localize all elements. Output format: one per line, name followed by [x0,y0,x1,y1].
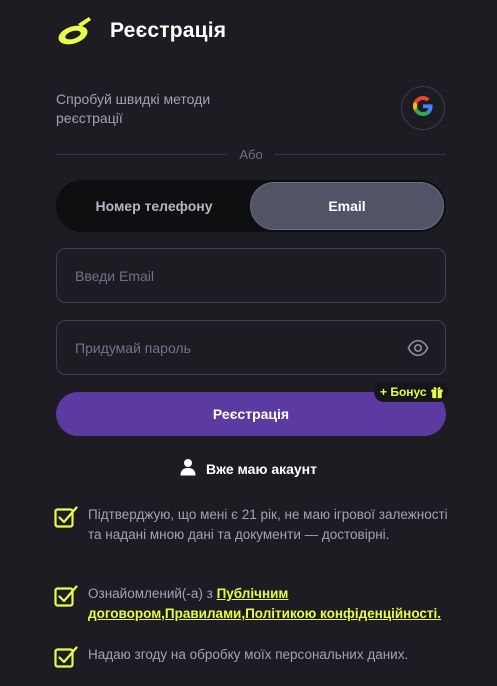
google-signup-button[interactable] [401,86,445,130]
tab-phone[interactable]: Номер телефону [58,182,250,230]
bonus-badge: + Бонус [374,382,448,402]
header: Реєстрація [56,14,226,48]
have-account-label: Вже маю акаунт [205,460,317,477]
consent-personal-data: Надаю згоду на обробку моїх персональних… [54,645,449,669]
consent-terms: Ознайомлений(-а) з Публічним договором,П… [54,584,449,624]
password-input[interactable] [73,320,407,375]
eye-icon[interactable] [407,337,429,359]
checkmark-icon[interactable] [54,645,78,669]
divider-line-left [56,154,228,155]
bonus-label: + Бонус [380,385,427,399]
checkmark-icon[interactable] [54,584,78,608]
signup-method-tabs: Номер телефону Email [56,180,446,232]
page-title: Реєстрація [110,19,227,42]
email-input[interactable] [73,248,429,303]
google-icon [413,95,433,121]
consent-terms-prefix: Ознайомлений(-а) з [88,586,217,601]
consent-age: Підтверджую, що мені є 21 рік, не маю іг… [54,505,449,545]
quick-methods-text: Спробуй швидкі методи реєстрації [56,91,211,126]
or-divider: Або [56,147,447,162]
have-account-link[interactable]: Вже маю акаунт [0,458,497,479]
consent-terms-text: Ознайомлений(-а) з Публічним договором,П… [88,584,449,624]
consent-age-text: Підтверджую, що мені є 21 рік, не маю іг… [88,507,448,542]
divider-line-right [274,154,447,155]
tab-email[interactable]: Email [250,182,444,230]
gift-icon [430,385,444,399]
consent-personal-data-text: Надаю згоду на обробку моїх персональних… [88,647,409,662]
brand-logo-icon [56,16,94,46]
password-field-container [56,320,446,375]
user-icon [180,458,196,479]
registration-page: Реєстрація Спробуй швидкі методи реєстра… [0,0,497,686]
or-label: Або [239,147,263,162]
checkmark-icon[interactable] [54,505,78,529]
email-field-container [56,248,446,303]
